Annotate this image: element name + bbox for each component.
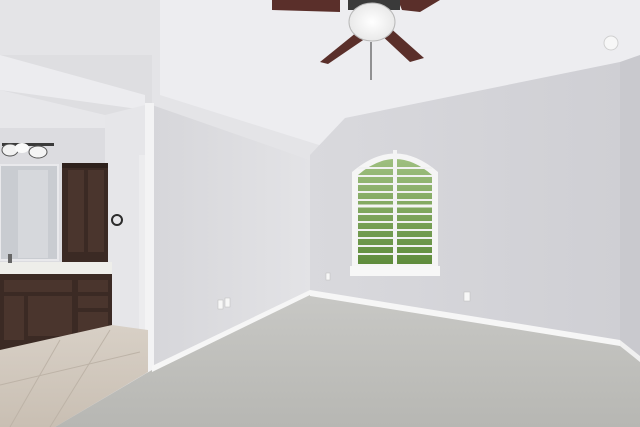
bedroom-photo bbox=[0, 0, 640, 427]
outlet-left-2 bbox=[224, 297, 231, 308]
outlet-mid bbox=[325, 272, 331, 281]
faucet bbox=[8, 254, 12, 263]
door-trim-inner bbox=[139, 155, 145, 335]
smoke-detector bbox=[603, 35, 619, 51]
far-right-wall bbox=[620, 55, 640, 362]
mirror-reflection bbox=[18, 170, 48, 258]
plantation-shutter-window bbox=[350, 150, 440, 276]
linen-cabinet bbox=[62, 163, 108, 263]
outlet-right bbox=[463, 291, 471, 302]
outlet-left bbox=[217, 299, 224, 310]
